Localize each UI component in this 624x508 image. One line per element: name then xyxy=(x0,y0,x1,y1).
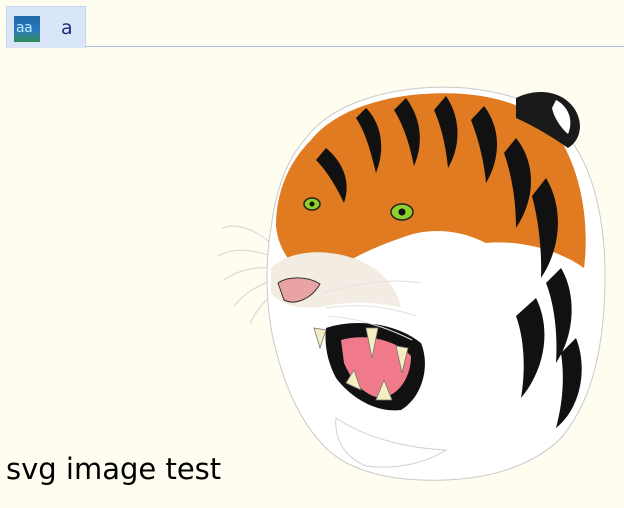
tab-bar: aa a xyxy=(0,0,624,48)
tab-bar-divider xyxy=(86,46,624,47)
image-favicon-icon: aa xyxy=(14,16,40,42)
image-caption: svg image test xyxy=(6,452,222,486)
tab-label: a xyxy=(61,17,73,39)
tiger-head-icon xyxy=(217,86,606,481)
favicon-text: aa xyxy=(16,20,33,36)
tab-a[interactable]: aa a xyxy=(6,6,86,48)
